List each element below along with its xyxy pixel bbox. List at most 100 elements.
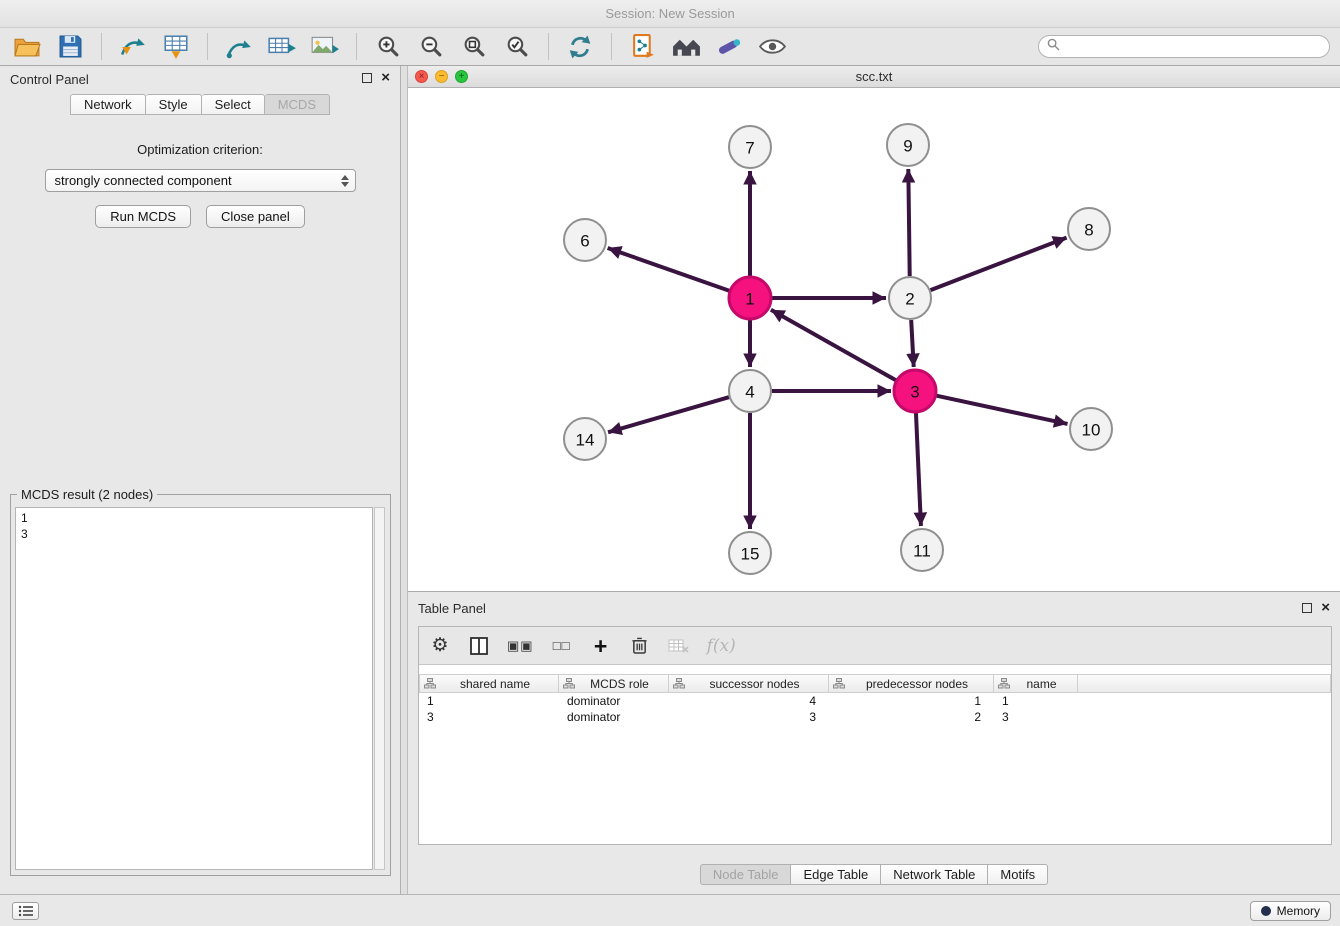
import-table-icon[interactable] bbox=[159, 32, 193, 62]
table-settings-icon[interactable]: ⚙ bbox=[429, 632, 451, 660]
result-scrollbar[interactable] bbox=[374, 507, 385, 870]
graph-node-label: 9 bbox=[903, 137, 912, 156]
select-all-columns-icon[interactable]: ▣▣ bbox=[507, 632, 534, 660]
import-network-icon[interactable] bbox=[116, 32, 150, 62]
tab-motifs[interactable]: Motifs bbox=[988, 864, 1048, 885]
table-cell[interactable]: 2 bbox=[829, 709, 994, 725]
delete-column-icon[interactable] bbox=[629, 632, 651, 660]
network-canvas[interactable]: 7968124314101511 bbox=[408, 88, 1340, 592]
table-cell[interactable]: dominator bbox=[559, 709, 669, 725]
tab-network[interactable]: Network bbox=[70, 94, 146, 115]
control-panel-tabs: Network Style Select MCDS bbox=[0, 94, 400, 116]
graph-edge-3-1[interactable] bbox=[771, 310, 896, 380]
export-network-icon[interactable] bbox=[222, 32, 256, 62]
zoom-out-icon[interactable] bbox=[414, 32, 448, 62]
mcds-result-line: 1 bbox=[21, 510, 367, 526]
select-chevrons-icon bbox=[341, 175, 349, 187]
table-cell[interactable]: 1 bbox=[419, 693, 559, 709]
graph-edge-2-3[interactable] bbox=[911, 320, 914, 367]
optimization-criterion-label: Optimization criterion: bbox=[0, 142, 400, 157]
table-cell[interactable]: 3 bbox=[669, 709, 829, 725]
table-cell[interactable]: 3 bbox=[994, 709, 1078, 725]
search-box bbox=[1038, 35, 1330, 58]
zoom-selected-icon[interactable] bbox=[500, 32, 534, 62]
column-header-predecessor-nodes[interactable]: predecessor nodes bbox=[829, 674, 994, 693]
list-icon bbox=[18, 905, 34, 917]
show-columns-icon[interactable] bbox=[468, 632, 490, 660]
close-panel-button[interactable]: Close panel bbox=[206, 205, 305, 228]
graph-node-label: 14 bbox=[576, 431, 595, 450]
column-header-shared-name[interactable]: shared name bbox=[419, 674, 559, 693]
window-titlebar: Session: New Session bbox=[0, 0, 1340, 28]
network-window-title: scc.txt bbox=[408, 69, 1340, 84]
float-panel-icon[interactable] bbox=[362, 73, 372, 83]
export-image-icon[interactable] bbox=[308, 32, 342, 62]
column-icon bbox=[833, 678, 845, 689]
close-panel-icon[interactable]: × bbox=[381, 72, 390, 84]
column-header-mcds-role[interactable]: MCDS role bbox=[559, 674, 669, 693]
graph-edge-3-10[interactable] bbox=[937, 396, 1068, 424]
graph-edge-3-11[interactable] bbox=[916, 413, 921, 526]
table-header-row: shared name MCDS role successor nodes pr… bbox=[419, 674, 1331, 693]
export-table-icon[interactable] bbox=[265, 32, 299, 62]
add-column-icon[interactable]: + bbox=[590, 632, 612, 660]
run-mcds-button[interactable]: Run MCDS bbox=[95, 205, 191, 228]
table-row[interactable]: 3 dominator 3 2 3 bbox=[419, 709, 1331, 725]
graph-node-label: 8 bbox=[1084, 221, 1093, 240]
graph-node-label: 2 bbox=[905, 290, 914, 309]
network-window: × − + scc.txt 7968124314101511 bbox=[408, 66, 1340, 592]
status-list-button[interactable] bbox=[12, 902, 39, 920]
mcds-panel-body: Optimization criterion: strongly connect… bbox=[0, 118, 400, 228]
network-window-titlebar: × − + scc.txt bbox=[408, 66, 1340, 88]
unselect-all-columns-icon[interactable]: □□ bbox=[551, 632, 573, 660]
zoom-in-icon[interactable] bbox=[371, 32, 405, 62]
graph-edge-2-8[interactable] bbox=[931, 238, 1067, 290]
network-overview-icon[interactable] bbox=[669, 32, 703, 62]
tab-edge-table[interactable]: Edge Table bbox=[791, 864, 881, 885]
graph-node-label: 4 bbox=[745, 383, 754, 402]
save-session-icon[interactable] bbox=[53, 32, 87, 62]
control-panel-title: Control Panel bbox=[10, 72, 89, 87]
open-session-icon[interactable] bbox=[10, 32, 44, 62]
apply-layout-icon[interactable] bbox=[563, 32, 597, 62]
table-cell[interactable]: 3 bbox=[419, 709, 559, 725]
graph-edge-2-9[interactable] bbox=[908, 169, 909, 276]
panel-splitter[interactable] bbox=[401, 66, 408, 894]
column-header-name[interactable]: name bbox=[994, 674, 1078, 693]
table-cell[interactable]: 1 bbox=[829, 693, 994, 709]
graph-node-label: 10 bbox=[1082, 421, 1101, 440]
graph-node-label: 1 bbox=[745, 290, 754, 309]
table-toolbar: ⚙ ▣▣ □□ + f(x) bbox=[419, 627, 1331, 665]
search-input[interactable] bbox=[1065, 39, 1321, 54]
duplicate-network-icon[interactable] bbox=[626, 32, 660, 62]
table-cell[interactable]: 4 bbox=[669, 693, 829, 709]
column-header-successor-nodes[interactable]: successor nodes bbox=[669, 674, 829, 693]
tab-style[interactable]: Style bbox=[146, 94, 202, 115]
memory-dot-icon bbox=[1261, 906, 1271, 916]
tab-network-table[interactable]: Network Table bbox=[881, 864, 988, 885]
table-row[interactable]: 1 dominator 4 1 1 bbox=[419, 693, 1331, 709]
graph-node-label: 15 bbox=[741, 545, 760, 564]
table-panel: Table Panel × ⚙ ▣▣ □□ + f bbox=[408, 592, 1340, 894]
table-cell[interactable]: dominator bbox=[559, 693, 669, 709]
table-cell[interactable]: 1 bbox=[994, 693, 1078, 709]
tab-select[interactable]: Select bbox=[202, 94, 265, 115]
zoom-fit-icon[interactable] bbox=[457, 32, 491, 62]
eye-icon[interactable] bbox=[755, 32, 789, 62]
graph-node-label: 3 bbox=[910, 383, 919, 402]
optimization-criterion-select[interactable]: strongly connected component bbox=[45, 169, 356, 192]
close-table-panel-icon[interactable]: × bbox=[1321, 602, 1330, 614]
main-toolbar bbox=[0, 28, 1340, 66]
graph-edge-4-14[interactable] bbox=[608, 397, 729, 432]
table-panel-title: Table Panel bbox=[418, 601, 486, 616]
graphics-details-icon[interactable] bbox=[712, 32, 746, 62]
float-table-panel-icon[interactable] bbox=[1302, 603, 1312, 613]
graph-edge-1-6[interactable] bbox=[608, 248, 730, 291]
graph-node-label: 6 bbox=[580, 232, 589, 251]
mcds-result-list[interactable]: 1 3 bbox=[15, 507, 373, 870]
function-builder-icon: f(x) bbox=[707, 632, 736, 660]
tab-mcds[interactable]: MCDS bbox=[265, 94, 330, 115]
window-title: Session: New Session bbox=[605, 6, 734, 21]
tab-node-table[interactable]: Node Table bbox=[700, 864, 792, 885]
memory-button[interactable]: Memory bbox=[1250, 901, 1331, 921]
